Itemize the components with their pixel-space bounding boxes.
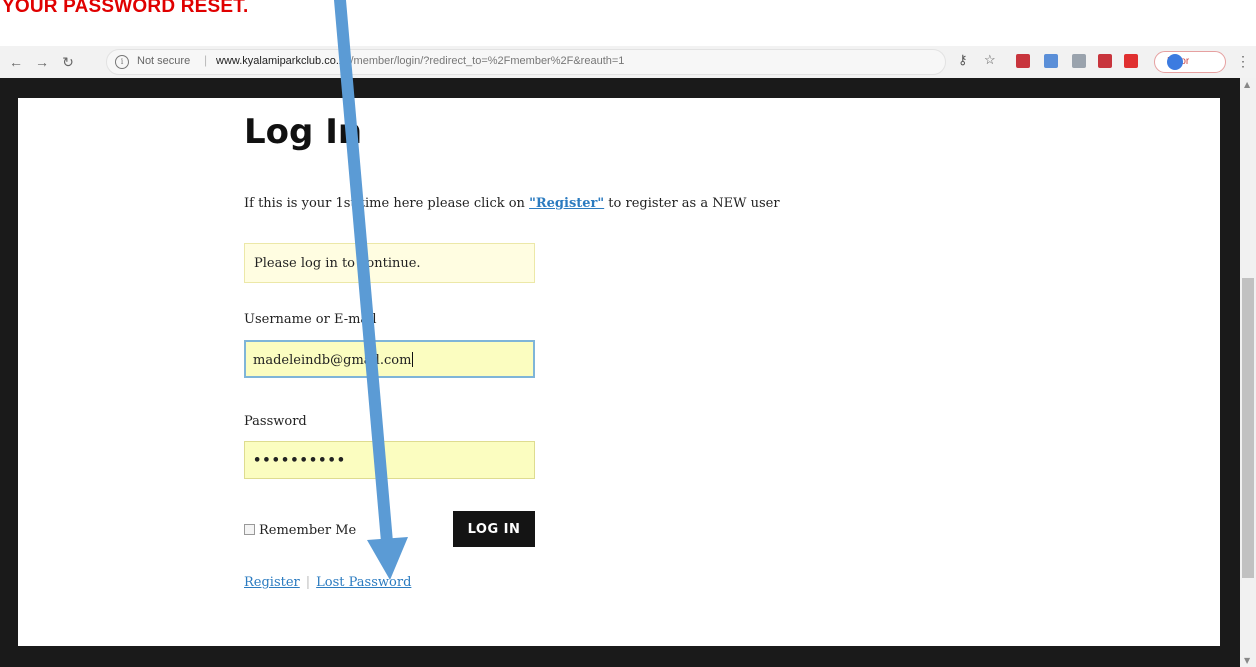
forward-icon[interactable]: → bbox=[32, 52, 52, 72]
text-caret bbox=[412, 352, 414, 367]
password-label: Password bbox=[244, 414, 307, 429]
page-scrollbar[interactable]: ▲ ▼ bbox=[1240, 78, 1256, 667]
instruction-banner: YOUR PASSWORD RESET. bbox=[0, 0, 1256, 28]
profile-error-button[interactable]: Error bbox=[1154, 51, 1226, 73]
login-notice: Please log in to continue. bbox=[244, 243, 535, 283]
password-input[interactable]: •••••••••• bbox=[244, 441, 535, 479]
instruction-text: YOUR PASSWORD RESET. bbox=[2, 0, 249, 17]
link-separator: | bbox=[305, 575, 311, 590]
intro-register-link[interactable]: "Register" bbox=[529, 196, 604, 211]
intro-after: to register as a NEW user bbox=[604, 196, 780, 211]
extension-icon[interactable] bbox=[1016, 54, 1030, 68]
username-value: madeleindb@gmail.com bbox=[253, 353, 412, 368]
browser-toolbar: ← → ↻ i Not secure | www.kyalamiparkclub… bbox=[0, 46, 1256, 78]
reload-icon[interactable]: ↻ bbox=[58, 52, 78, 72]
key-icon[interactable]: ⚷ bbox=[958, 52, 968, 68]
scroll-down-icon[interactable]: ▼ bbox=[1244, 656, 1250, 665]
star-icon[interactable]: ☆ bbox=[984, 52, 996, 68]
extension-icon[interactable] bbox=[1124, 54, 1138, 68]
remember-label: Remember Me bbox=[259, 523, 357, 538]
login-page: Log In If this is your 1st time here ple… bbox=[18, 98, 1220, 646]
username-label: Username or E-mail bbox=[244, 312, 377, 327]
profile-avatar bbox=[1167, 54, 1183, 70]
page-title: Log In bbox=[244, 112, 363, 152]
password-value: •••••••••• bbox=[253, 453, 347, 468]
lost-password-link[interactable]: Lost Password bbox=[316, 575, 411, 590]
login-links: Register | Lost Password bbox=[244, 575, 411, 590]
remember-checkbox[interactable] bbox=[244, 524, 255, 535]
extension-icon[interactable] bbox=[1072, 54, 1086, 68]
address-separator: | bbox=[204, 53, 208, 67]
url-text[interactable]: www.kyalamiparkclub.co.za/member/login/?… bbox=[216, 55, 624, 67]
security-label: Not secure bbox=[137, 55, 191, 67]
back-icon[interactable]: ← bbox=[6, 52, 26, 72]
intro-text: If this is your 1st time here please cli… bbox=[244, 196, 780, 211]
scroll-thumb[interactable] bbox=[1242, 278, 1254, 578]
page-frame: Log In If this is your 1st time here ple… bbox=[0, 78, 1240, 667]
menu-icon[interactable]: ⋮ bbox=[1236, 54, 1250, 68]
url-host: www.kyalamiparkclub.co.za bbox=[216, 55, 351, 67]
username-input[interactable]: madeleindb@gmail.com bbox=[244, 340, 535, 378]
scroll-up-icon[interactable]: ▲ bbox=[1244, 80, 1250, 89]
register-link[interactable]: Register bbox=[244, 575, 300, 590]
remember-me[interactable]: Remember Me bbox=[244, 523, 356, 538]
intro-before: If this is your 1st time here please cli… bbox=[244, 196, 530, 211]
info-icon[interactable]: i bbox=[115, 55, 129, 69]
url-path: /member/login/?redirect_to=%2Fmember%2F&… bbox=[350, 55, 625, 67]
extension-icon[interactable] bbox=[1044, 54, 1058, 68]
extension-icon[interactable] bbox=[1098, 54, 1112, 68]
address-bar[interactable]: i Not secure | www.kyalamiparkclub.co.za… bbox=[106, 49, 946, 75]
login-button[interactable]: LOG IN bbox=[453, 511, 535, 547]
